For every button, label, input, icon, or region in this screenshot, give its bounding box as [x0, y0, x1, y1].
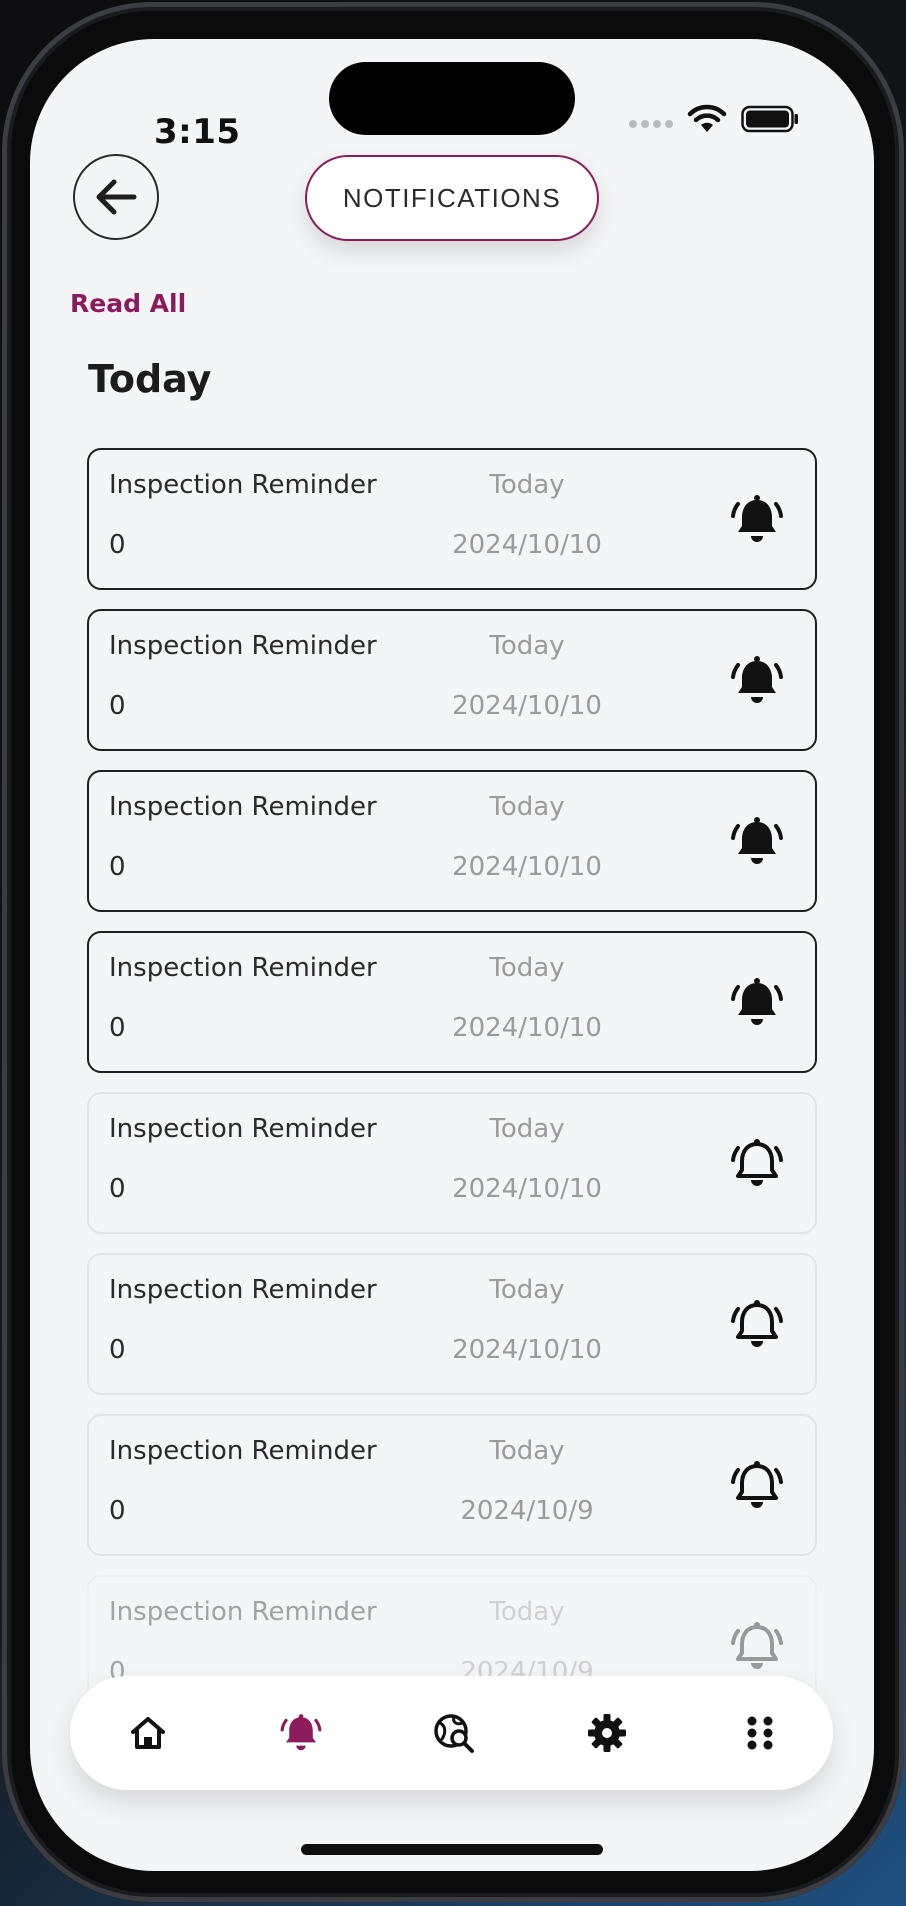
- home-indicator: [301, 1844, 603, 1855]
- bell-ringing-outline-icon: [731, 1622, 783, 1669]
- read-all-button[interactable]: Read All: [70, 289, 186, 318]
- notification-day: Today: [489, 1597, 565, 1627]
- cellular-signal-icon: [629, 120, 673, 128]
- notification-title: Inspection Reminder: [109, 1275, 377, 1305]
- notification-day: Today: [489, 1114, 565, 1144]
- notification-day: Today: [489, 1275, 565, 1305]
- notification-day: Today: [489, 1436, 565, 1466]
- gear-icon: [588, 1714, 626, 1752]
- notification-date: 2024/10/10: [452, 530, 602, 560]
- battery-icon: [741, 105, 798, 133]
- grid-dots-icon: [747, 1716, 773, 1750]
- bell-ringing-filled-icon: [731, 495, 783, 542]
- notification-title: Inspection Reminder: [109, 631, 377, 661]
- bell-ringing-outline-icon: [731, 1300, 783, 1347]
- bell-ringing-filled-icon: [731, 978, 783, 1025]
- notification-count: 0: [109, 1496, 126, 1526]
- notification-card[interactable]: Inspection Reminder Today 0 2024/10/10: [87, 1092, 817, 1234]
- tab-more[interactable]: [736, 1709, 784, 1757]
- tab-notifications[interactable]: [277, 1709, 325, 1757]
- notification-date: 2024/10/10: [452, 691, 602, 721]
- notification-card[interactable]: Inspection Reminder Today 0 2024/10/10: [87, 448, 817, 590]
- notification-count: 0: [109, 530, 126, 560]
- bell-ringing-filled-icon: [731, 817, 783, 864]
- bell-ringing-filled-icon: [731, 656, 783, 703]
- page-title: NOTIFICATIONS: [305, 155, 599, 241]
- notification-card[interactable]: Inspection Reminder Today 0 2024/10/10: [87, 609, 817, 751]
- status-icons: [629, 99, 799, 139]
- dynamic-island: [329, 62, 575, 135]
- section-title-today: Today: [88, 357, 212, 401]
- notification-count: 0: [109, 1335, 126, 1365]
- notification-list[interactable]: Inspection Reminder Today 0 2024/10/10 Inspe…: [87, 411, 817, 1696]
- notification-count: 0: [109, 852, 126, 882]
- notification-count: 0: [109, 1013, 126, 1043]
- tab-search[interactable]: [430, 1709, 478, 1757]
- notification-date: 2024/10/10: [452, 852, 602, 882]
- notification-card[interactable]: Inspection Reminder Today 0 2024/10/10: [87, 770, 817, 912]
- notification-card[interactable]: Inspection Reminder Today 0 2024/10/9: [87, 1414, 817, 1556]
- notification-title: Inspection Reminder: [109, 953, 377, 983]
- notification-date: 2024/10/10: [452, 1013, 602, 1043]
- arrow-left-icon: [96, 179, 137, 215]
- notification-count: 0: [109, 691, 126, 721]
- bell-ringing-outline-icon: [731, 1139, 783, 1186]
- tab-settings[interactable]: [583, 1709, 631, 1757]
- notification-title: Inspection Reminder: [109, 1597, 377, 1627]
- bell-ringing-outline-icon: [731, 1461, 783, 1508]
- notification-day: Today: [489, 631, 565, 661]
- notification-title: Inspection Reminder: [109, 1436, 377, 1466]
- app-screen: 3:15 NOTIFICATIONS Read All Today Inspec…: [30, 39, 874, 1871]
- bottom-tab-bar: [70, 1676, 833, 1790]
- notification-title: Inspection Reminder: [109, 1114, 377, 1144]
- status-time: 3:15: [154, 112, 241, 152]
- notification-title: Inspection Reminder: [109, 470, 377, 500]
- notification-title: Inspection Reminder: [109, 792, 377, 822]
- tab-home[interactable]: [124, 1709, 172, 1757]
- notification-date: 2024/10/9: [460, 1496, 594, 1526]
- notification-day: Today: [489, 470, 565, 500]
- globe-search-icon: [434, 1714, 474, 1753]
- bell-icon: [280, 1714, 322, 1751]
- notification-day: Today: [489, 792, 565, 822]
- wifi-icon: [687, 104, 727, 132]
- phone-frame: 3:15 NOTIFICATIONS Read All Today Inspec…: [2, 2, 904, 1902]
- notification-day: Today: [489, 953, 565, 983]
- notification-date: 2024/10/10: [452, 1174, 602, 1204]
- notification-card[interactable]: Inspection Reminder Today 0 2024/10/10: [87, 1253, 817, 1395]
- notification-date: 2024/10/10: [452, 1335, 602, 1365]
- notification-count: 0: [109, 1174, 126, 1204]
- notification-card[interactable]: Inspection Reminder Today 0 2024/10/10: [87, 931, 817, 1073]
- home-icon: [131, 1717, 165, 1749]
- back-button[interactable]: [73, 154, 159, 240]
